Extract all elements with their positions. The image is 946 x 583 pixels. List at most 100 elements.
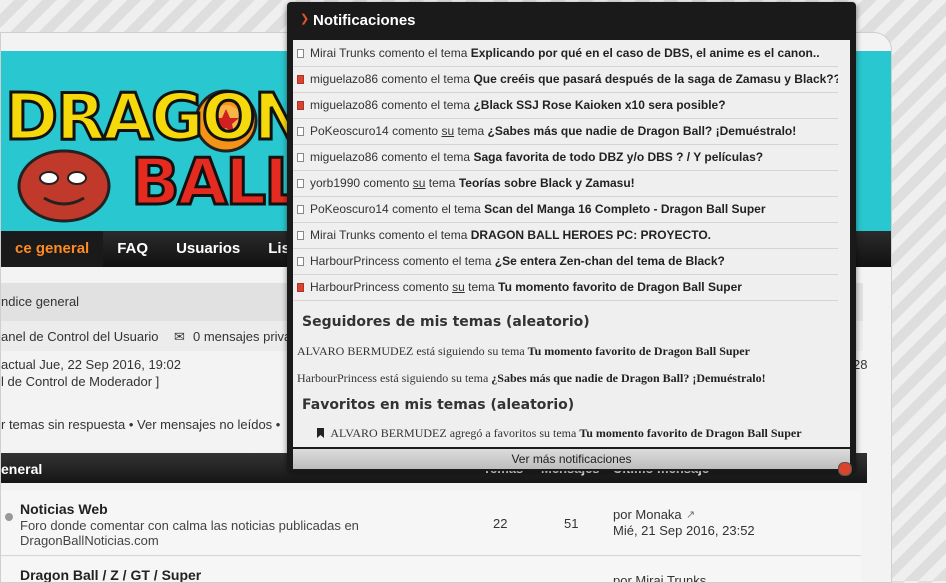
last-post-author[interactable]: por Mirai Trunks [613,573,706,582]
quick-links[interactable]: r temas sin respuesta • Ver mensajes no … [1,417,280,432]
ucp-link[interactable]: anel de Control del Usuario [1,329,159,344]
view-post-icon[interactable]: ↗ [686,508,695,521]
bookmark-icon [317,428,324,438]
hot-topic-icon [297,101,304,110]
notification-user[interactable]: miguelazo86 [310,150,378,164]
see-more-notifications-button[interactable]: Ver más notificaciones [293,449,850,469]
own-topic-word: su [452,280,465,294]
notification-user[interactable]: Mirai Trunks [310,46,375,60]
notification-item[interactable]: HarbourPrincess comento el tema ¿Se ente… [293,248,838,275]
notification-action: comento el tema [392,202,481,216]
notifications-list: Mirai Trunks comento el tema Explicando … [293,40,850,447]
notification-user[interactable]: yorb1990 [310,176,360,190]
follower-topic[interactable]: ¿Sabes más que nadie de Dragon Ball? ¡De… [491,371,765,385]
topic-icon [297,231,304,240]
followers-section-title: Seguidores de mis temas (aleatorio) [302,314,590,330]
notifications-popup: ❯ Notificaciones Mirai Trunks comento el… [287,2,856,476]
notification-action: comento [363,176,410,190]
notification-topic[interactable]: DRAGON BALL HEROES PC: PROYECTO. [471,228,711,242]
nav-tab-users[interactable]: Usuarios [162,231,254,267]
notification-topic[interactable]: Explicando por qué en el caso de DBS, el… [471,46,820,60]
own-topic-suffix: tema [428,176,456,190]
notification-action: comento el tema [402,254,492,268]
logo-ball-text: BALL [130,145,307,222]
notification-item[interactable]: miguelazo86 comento el tema Que creéis q… [293,66,838,93]
notification-user[interactable]: HarbourPrincess [310,254,399,268]
own-topic-suffix: tema [457,124,485,138]
own-topic-word: su [412,176,426,190]
notification-action: comento el tema [381,150,471,164]
favorite-text: agregó a favoritos su tema [449,426,577,440]
hot-topic-icon [297,283,304,292]
envelope-icon: ✉ [174,329,185,344]
last-post-author[interactable]: por Monaka [613,507,682,522]
notification-topic[interactable]: ¿Se entera Zen-chan del tema de Black? [495,254,725,268]
forum-row: Dragon Ball / Z / GT / Super por Mirai T… [1,557,861,582]
notification-item[interactable]: HarbourPrincess comento su tema Tu momen… [293,274,838,301]
favorite-item[interactable]: ALVARO BERMUDEZ agregó a favoritos su te… [317,426,850,441]
notification-item[interactable]: miguelazo86 comento el tema ¿Black SSJ R… [293,92,838,119]
last-post-date: Mié, 21 Sep 2016, 23:52 [613,523,755,538]
topic-icon [297,257,304,266]
forum-unread-icon [5,513,13,521]
notification-user[interactable]: HarbourPrincess [310,280,399,294]
category-title[interactable]: eneral [1,461,42,477]
forum-description: Foro donde comentar con calma las notici… [20,518,359,548]
notification-user[interactable]: PoKeoscuro14 [310,124,389,138]
follower-text: está siguiendo su tema [416,344,525,358]
notification-action: comento el tema [378,228,468,242]
notification-item[interactable]: PoKeoscuro14 comento su tema ¿Sabes más … [293,118,838,145]
notification-action: comento [402,280,449,294]
notification-item[interactable]: Mirai Trunks comento el tema Explicando … [293,40,838,67]
follower-topic[interactable]: Tu momento favorito de Dragon Ball Super [528,344,750,358]
notification-action: comento el tema [381,72,471,86]
forum-row: Noticias Web Foro donde comentar con cal… [1,491,861,556]
follower-user[interactable]: ALVARO BERMUDEZ [297,344,413,358]
favorites-section-title: Favoritos en mis temas (aleatorio) [302,397,575,413]
private-messages-link[interactable]: 0 mensajes priva [193,329,291,344]
hot-topic-icon [297,75,304,84]
forum-topics-count: 22 [493,516,508,531]
notification-topic[interactable]: ¿Black SSJ Rose Kaioken x10 sera posible… [473,98,725,112]
notification-user[interactable]: miguelazo86 [310,98,378,112]
topic-icon [297,153,304,162]
notification-user[interactable]: PoKeoscuro14 [310,202,389,216]
follower-item[interactable]: ALVARO BERMUDEZ está siguiendo su tema T… [297,344,837,359]
notification-topic[interactable]: ¿Sabes más que nadie de Dragon Ball? ¡De… [488,124,797,138]
own-topic-word: su [441,124,455,138]
favorite-user[interactable]: ALVARO BERMUDEZ [330,426,446,440]
nav-tab-index[interactable]: ce general [1,231,104,267]
chevron-right-icon: ❯ [300,13,310,25]
notifications-title: Notificaciones [313,12,416,29]
forum-title[interactable]: Noticias Web [20,501,108,517]
follower-user[interactable]: HarbourPrincess [297,371,377,385]
notification-topic[interactable]: Scan del Manga 16 Completo - Dragon Ball… [484,202,765,216]
topic-icon [297,127,304,136]
notification-action: comento el tema [378,46,468,60]
notification-user[interactable]: Mirai Trunks [310,228,375,242]
notification-user[interactable]: miguelazo86 [310,72,378,86]
favorite-topic[interactable]: Tu momento favorito de Dragon Ball Super [579,426,801,440]
notification-item[interactable]: Mirai Trunks comento el tema DRAGON BALL… [293,222,838,249]
notification-item[interactable]: yorb1990 comento su tema Teorías sobre B… [293,170,838,197]
topic-icon [297,49,304,58]
topic-icon [297,205,304,214]
notification-item[interactable]: miguelazo86 comento el tema Saga favorit… [293,144,838,171]
notification-topic[interactable]: Que creéis que pasará después de la saga… [473,72,838,86]
notifications-header: ❯ Notificaciones [287,2,856,38]
follower-text: está siguiendo su tema [379,371,489,385]
notification-action: comento el tema [381,98,471,112]
notification-topic[interactable]: Teorías sobre Black y Zamasu! [459,176,635,190]
follower-item[interactable]: HarbourPrincess está siguiendo su tema ¿… [297,371,837,386]
notification-topic[interactable]: Saga favorita de todo DBZ y/o DBS ? / Y … [473,150,763,164]
forum-posts-count: 51 [564,516,579,531]
nav-tab-faq[interactable]: FAQ [103,231,162,267]
notification-item[interactable]: PoKeoscuro14 comento el tema Scan del Ma… [293,196,838,223]
notification-topic[interactable]: Tu momento favorito de Dragon Ball Super [498,280,742,294]
popup-close-icon[interactable] [838,462,852,476]
topic-icon [297,179,304,188]
current-date: actual Jue, 22 Sep 2016, 19:02 [1,357,181,372]
mcp-link[interactable]: l de Control de Moderador ] [1,374,159,389]
character-face-icon [17,149,111,223]
breadcrumb[interactable]: ndice general [1,294,79,309]
